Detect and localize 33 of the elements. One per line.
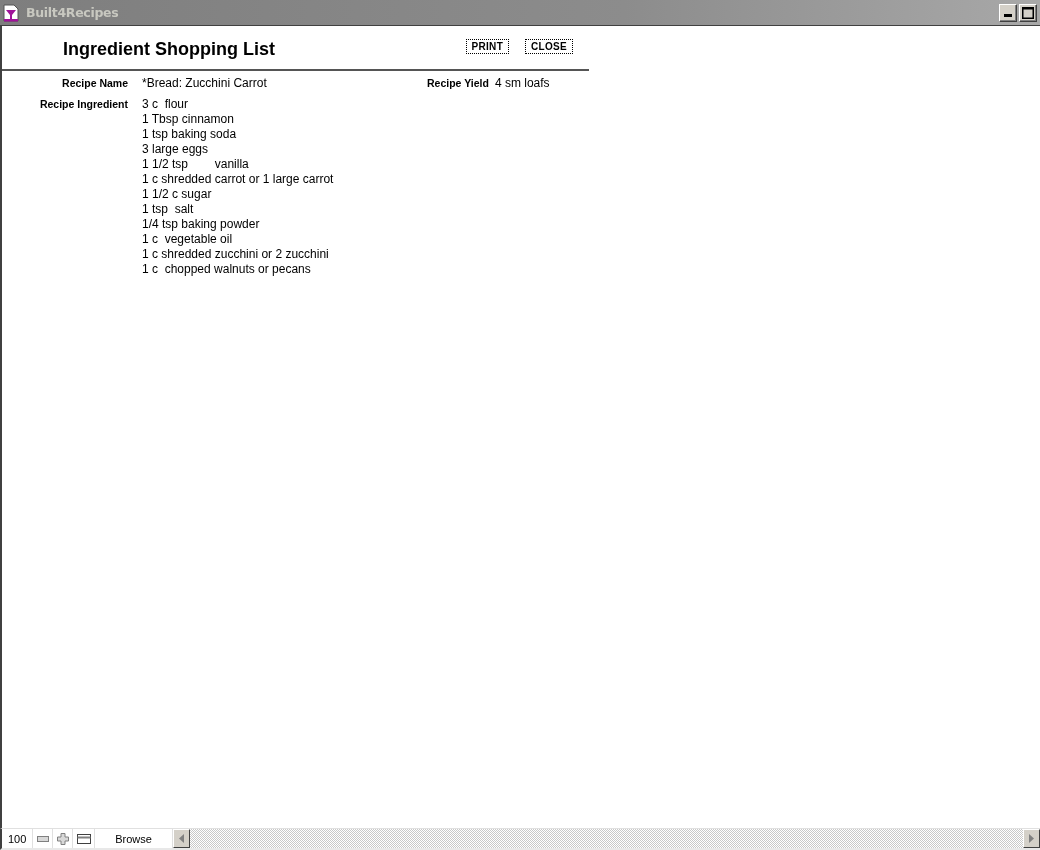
minus-icon (36, 835, 49, 842)
print-button[interactable]: PRINT (465, 39, 510, 54)
scroll-left-button[interactable] (173, 829, 190, 848)
ingredient-line: 3 c flour (142, 97, 190, 112)
minimize-icon (1004, 13, 1012, 17)
plus-icon (56, 832, 69, 845)
ingredient-line: 1 c vegetable oil (142, 232, 234, 247)
ingredient-line: 1 tsp salt (142, 202, 195, 217)
window-icon (76, 833, 91, 844)
ingredient-line: 1 c shredded carrot or 1 large carrot (142, 172, 334, 187)
field-value: 4 sm loafs (494, 76, 550, 91)
ingredient-line: 1 c shredded zucchini or 2 zucchini (142, 247, 330, 262)
field-value: *Bread: Zucchini Carrot (142, 76, 268, 91)
field-label: Recipe Ingredient (38, 97, 128, 112)
ingredient-line: 3 large eggs (142, 142, 210, 157)
ingredient-line: 1 tsp baking soda (142, 127, 238, 142)
minimize-button[interactable] (999, 3, 1017, 22)
right-arrow-icon (1029, 834, 1034, 843)
field-label: Recipe Yield (427, 76, 489, 91)
window-title: Built4Recipes (26, 5, 119, 20)
ingredient-line: 1 Tbsp cinnamon (142, 112, 235, 127)
scroll-right-button[interactable] (1023, 829, 1040, 848)
left-arrow-icon (179, 834, 184, 843)
ingredient-line: 1/4 tsp baking powder (142, 217, 261, 232)
app-icon (3, 3, 19, 22)
close-button[interactable]: CLOSE (525, 39, 573, 54)
page-title: Ingredient Shopping List (63, 37, 275, 60)
ingredient-line: 1 1/2 tsp vanilla (142, 157, 250, 172)
field-label: Recipe Name (61, 76, 128, 91)
ingredient-line: 1 c chopped walnuts or pecans (142, 262, 312, 277)
ingredient-line: 1 1/2 c sugar (142, 187, 213, 202)
maximize-button[interactable] (1019, 3, 1037, 22)
maximize-icon (1022, 6, 1034, 19)
